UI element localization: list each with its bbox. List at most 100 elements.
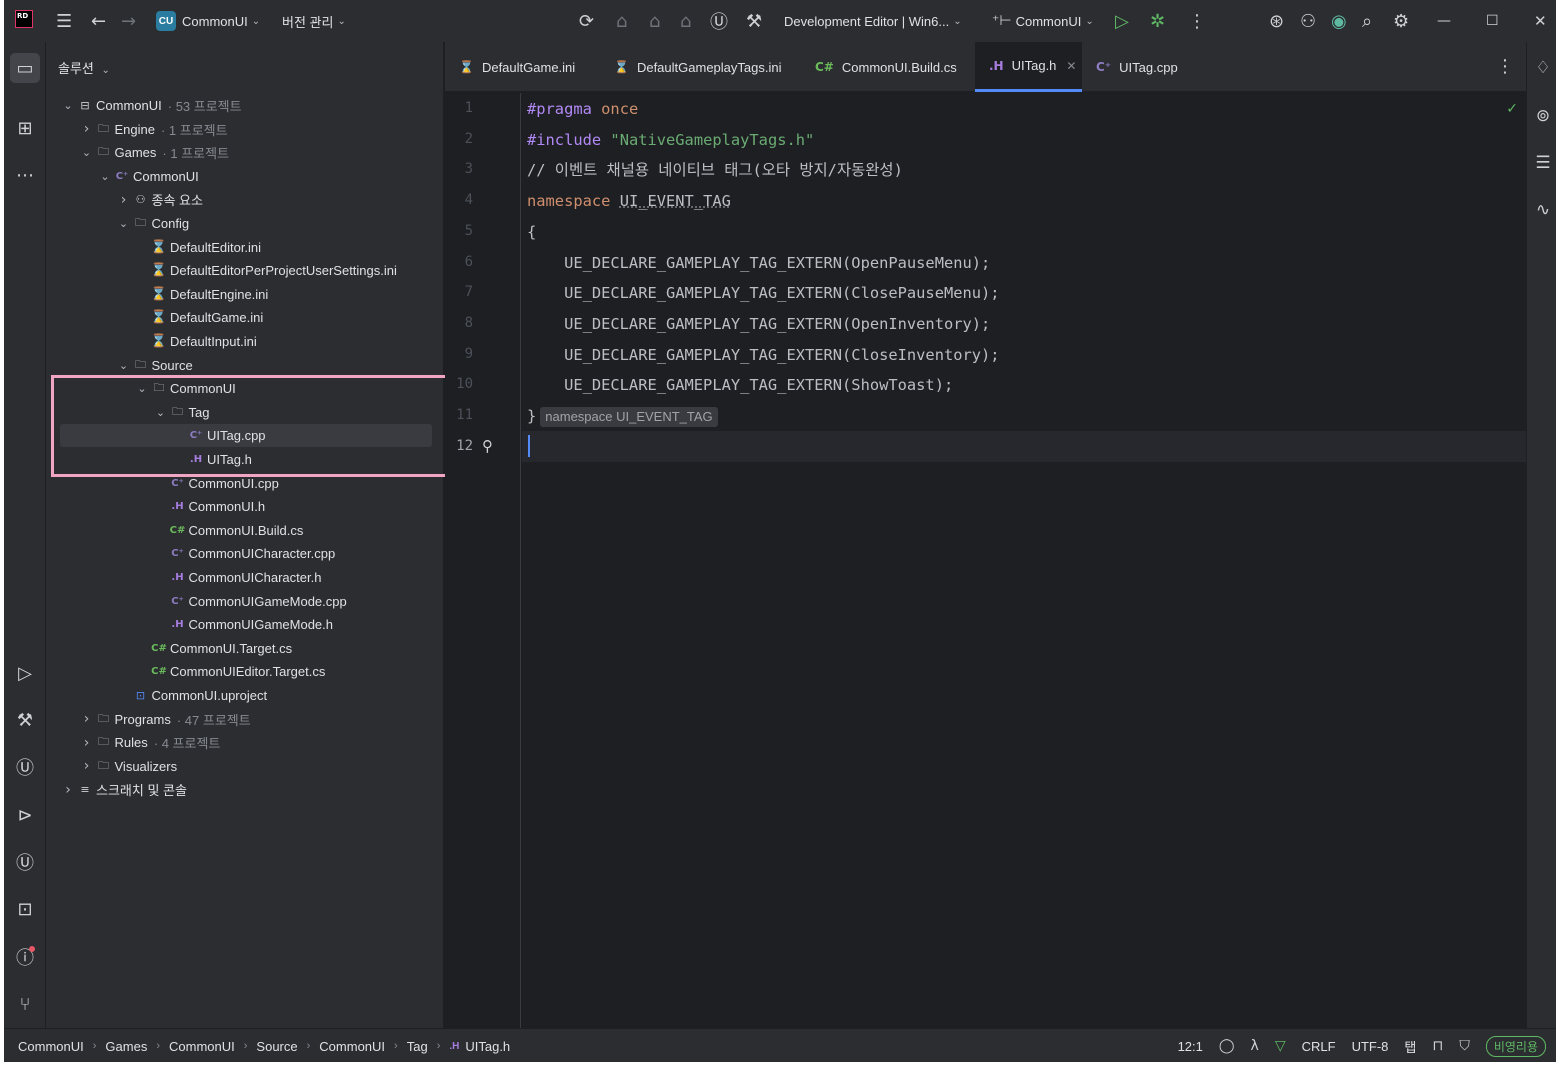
tree-item[interactable]: › 🗀 Programs · 47 프로젝트 [46, 708, 444, 731]
maximize-button[interactable]: ☐ [1486, 0, 1499, 42]
chevron-down-icon[interactable]: ⌄ [97, 170, 113, 183]
check-icon[interactable]: ✓ [1506, 101, 1518, 117]
tree-item[interactable]: ⌛ DefaultGame.ini [46, 306, 444, 329]
chevron-right-icon[interactable]: › [60, 782, 76, 798]
ai-chat-icon[interactable]: ⊚ [1531, 104, 1555, 128]
configuration-selector[interactable]: Development Editor | Win6... ⌄ [784, 0, 962, 42]
tree-item[interactable]: › 🗀 Visualizers [46, 755, 444, 778]
chevron-down-icon[interactable]: ⌄ [116, 359, 132, 372]
chevron-right-icon[interactable]: › [116, 192, 132, 208]
tree-item[interactable]: ⌄ 🗀 CommonUI [46, 377, 444, 400]
notifications-icon[interactable]: ♢ [1531, 56, 1555, 80]
lambda-icon[interactable]: λ [1251, 1038, 1259, 1054]
minimize-button[interactable]: — [1437, 0, 1451, 42]
tree-item[interactable]: C⁺ UITag.cpp [60, 424, 432, 448]
terminal-icon[interactable]: ⊡ [10, 894, 40, 924]
lightbulb-icon[interactable]: ⚲ [482, 437, 493, 455]
tree-item[interactable]: C# CommonUI.Target.cs [46, 637, 444, 660]
breadcrumb-item[interactable]: CommonUI [319, 1039, 385, 1054]
editor-tab[interactable]: .H UITag.h ✕ [975, 42, 1082, 92]
tree-item[interactable]: .H CommonUICharacter.h [46, 566, 444, 589]
code-line[interactable]: { [527, 220, 536, 244]
structure-icon[interactable]: ⊞ [10, 113, 40, 143]
editor-tab[interactable]: ⌛ DefaultGame.ini [445, 42, 600, 92]
build-icon[interactable]: ⌂ [616, 0, 627, 42]
add-user-icon[interactable]: ⚇ [1300, 0, 1316, 42]
tree-item[interactable]: ⌄ C⁺ CommonUI [46, 165, 444, 188]
database-icon[interactable]: ☰ [1531, 151, 1555, 175]
chevron-right-icon[interactable]: › [79, 711, 95, 727]
run-target-selector[interactable]: ⁺⊢ CommonUI ⌄ [992, 0, 1094, 42]
tree-item[interactable]: ⌄ 🗀 Config [46, 212, 444, 235]
shield-icon[interactable]: ⛉ [1459, 1038, 1470, 1054]
tree-item[interactable]: ⌄ 🗀 Tag [46, 401, 444, 424]
search-icon[interactable]: ⌕ [1362, 0, 1372, 42]
tree-item[interactable]: › 🗀 Rules · 4 프로젝트 [46, 731, 444, 754]
breadcrumb-item[interactable]: UITag.h [465, 1039, 510, 1054]
profiler-icon[interactable]: ∿ [1531, 198, 1555, 222]
chevron-down-icon[interactable]: ⌄ [79, 146, 95, 159]
back-button[interactable]: ← [91, 0, 106, 42]
unreal-icon[interactable]: Ⓤ [710, 0, 728, 42]
lock-icon[interactable]: ⊓ [1432, 1038, 1443, 1054]
code-line[interactable]: #include "NativeGameplayTags.h" [527, 128, 814, 152]
code-line[interactable]: namespace UI_EVENT_TAG [527, 189, 731, 213]
chevron-down-icon[interactable]: ⌄ [60, 99, 76, 112]
folder-icon[interactable]: ▭ [10, 53, 40, 83]
tree-item[interactable]: .H UITag.h [46, 448, 444, 471]
tree-item[interactable]: › 🗀 Engine · 1 프로젝트 [46, 118, 444, 141]
chevron-right-icon[interactable]: › [79, 758, 95, 774]
more-actions-icon[interactable]: ⋮ [1188, 0, 1206, 42]
code-line[interactable]: UE_DECLARE_GAMEPLAY_TAG_EXTERN(CloseInve… [527, 343, 1000, 367]
file-encoding[interactable]: UTF-8 [1352, 1039, 1389, 1054]
breadcrumb-item[interactable]: Games [105, 1039, 147, 1054]
clean-icon[interactable]: ⌂ [680, 0, 691, 42]
status-dot-icon[interactable]: ◉ [1331, 0, 1347, 42]
project-selector[interactable]: CU CommonUI ⌄ [156, 0, 260, 42]
tree-item[interactable]: › ⚇ 종속 요소 [46, 188, 444, 211]
services-icon[interactable]: ⊳ [10, 800, 40, 830]
vcs-menu[interactable]: 버전 관리 ⌄ [282, 0, 346, 42]
close-tab-icon[interactable]: ✕ [1066, 59, 1076, 73]
main-menu-button[interactable]: ☰ [56, 0, 72, 42]
debug-button[interactable]: ✲ [1150, 0, 1165, 42]
code-line[interactable]: UE_DECLARE_GAMEPLAY_TAG_EXTERN(OpenInven… [527, 312, 990, 336]
breadcrumb-item[interactable]: Source [256, 1039, 297, 1054]
close-button[interactable]: ✕ [1534, 0, 1547, 42]
git-icon[interactable]: ⑂ [10, 989, 40, 1019]
breadcrumb-item[interactable]: CommonUI [169, 1039, 235, 1054]
tree-item[interactable]: ⌄ 🗀 Games · 1 프로젝트 [46, 141, 444, 164]
tabs-more-icon[interactable]: ⋮ [1496, 56, 1514, 77]
tree-item[interactable]: ⌛ DefaultEngine.ini [46, 283, 444, 306]
build-tool-icon[interactable]: ⚒ [10, 705, 40, 735]
solution-header[interactable]: 솔루션 ⌄ [58, 58, 110, 77]
editor-tab[interactable]: C⁺ UITag.cpp [1082, 42, 1192, 92]
tree-item[interactable]: ⌛ DefaultEditor.ini [46, 236, 444, 259]
license-badge[interactable]: 비영리용 [1485, 1035, 1546, 1057]
run-button[interactable]: ▷ [1115, 0, 1129, 42]
code-line[interactable]: UE_DECLARE_GAMEPLAY_TAG_EXTERN(ShowToast… [527, 373, 953, 397]
chevron-down-icon[interactable]: ⌄ [134, 382, 150, 395]
breadcrumb-item[interactable]: Tag [407, 1039, 428, 1054]
code-line[interactable]: #pragma once [527, 97, 638, 121]
chevron-right-icon[interactable]: › [79, 735, 95, 751]
caret-position[interactable]: 12:1 [1178, 1039, 1203, 1054]
tree-item[interactable]: ⌛ DefaultEditorPerProjectUserSettings.ini [46, 259, 444, 282]
chevron-down-icon[interactable]: ⌄ [116, 217, 132, 230]
unreal-blueprints-icon[interactable]: Ⓤ [10, 752, 40, 782]
inspection-icon[interactable]: ▽ [1275, 1038, 1286, 1054]
unreal-engine-icon[interactable]: Ⓤ [10, 847, 40, 877]
more-tools-icon[interactable]: ⋯ [10, 160, 40, 190]
chevron-right-icon[interactable]: › [79, 121, 95, 137]
tree-item[interactable]: ⌛ DefaultInput.ini [46, 330, 444, 353]
chevron-down-icon[interactable]: ⌄ [153, 406, 169, 419]
code-line[interactable]: UE_DECLARE_GAMEPLAY_TAG_EXTERN(ClosePaus… [527, 281, 1000, 305]
tree-item[interactable]: C⁺ CommonUICharacter.cpp [46, 542, 444, 565]
tree-item[interactable]: ⌄ 🗀 Source [46, 354, 444, 377]
tree-item[interactable]: C⁺ CommonUI.cpp [46, 472, 444, 495]
tree-item[interactable]: ⊡ CommonUI.uproject [46, 684, 444, 707]
tree-item[interactable]: C# CommonUIEditor.Target.cs [46, 660, 444, 683]
line-ending[interactable]: CRLF [1302, 1039, 1336, 1054]
refresh-icon[interactable]: ⟳ [579, 0, 594, 42]
settings-icon[interactable]: ⚙ [1393, 0, 1409, 42]
